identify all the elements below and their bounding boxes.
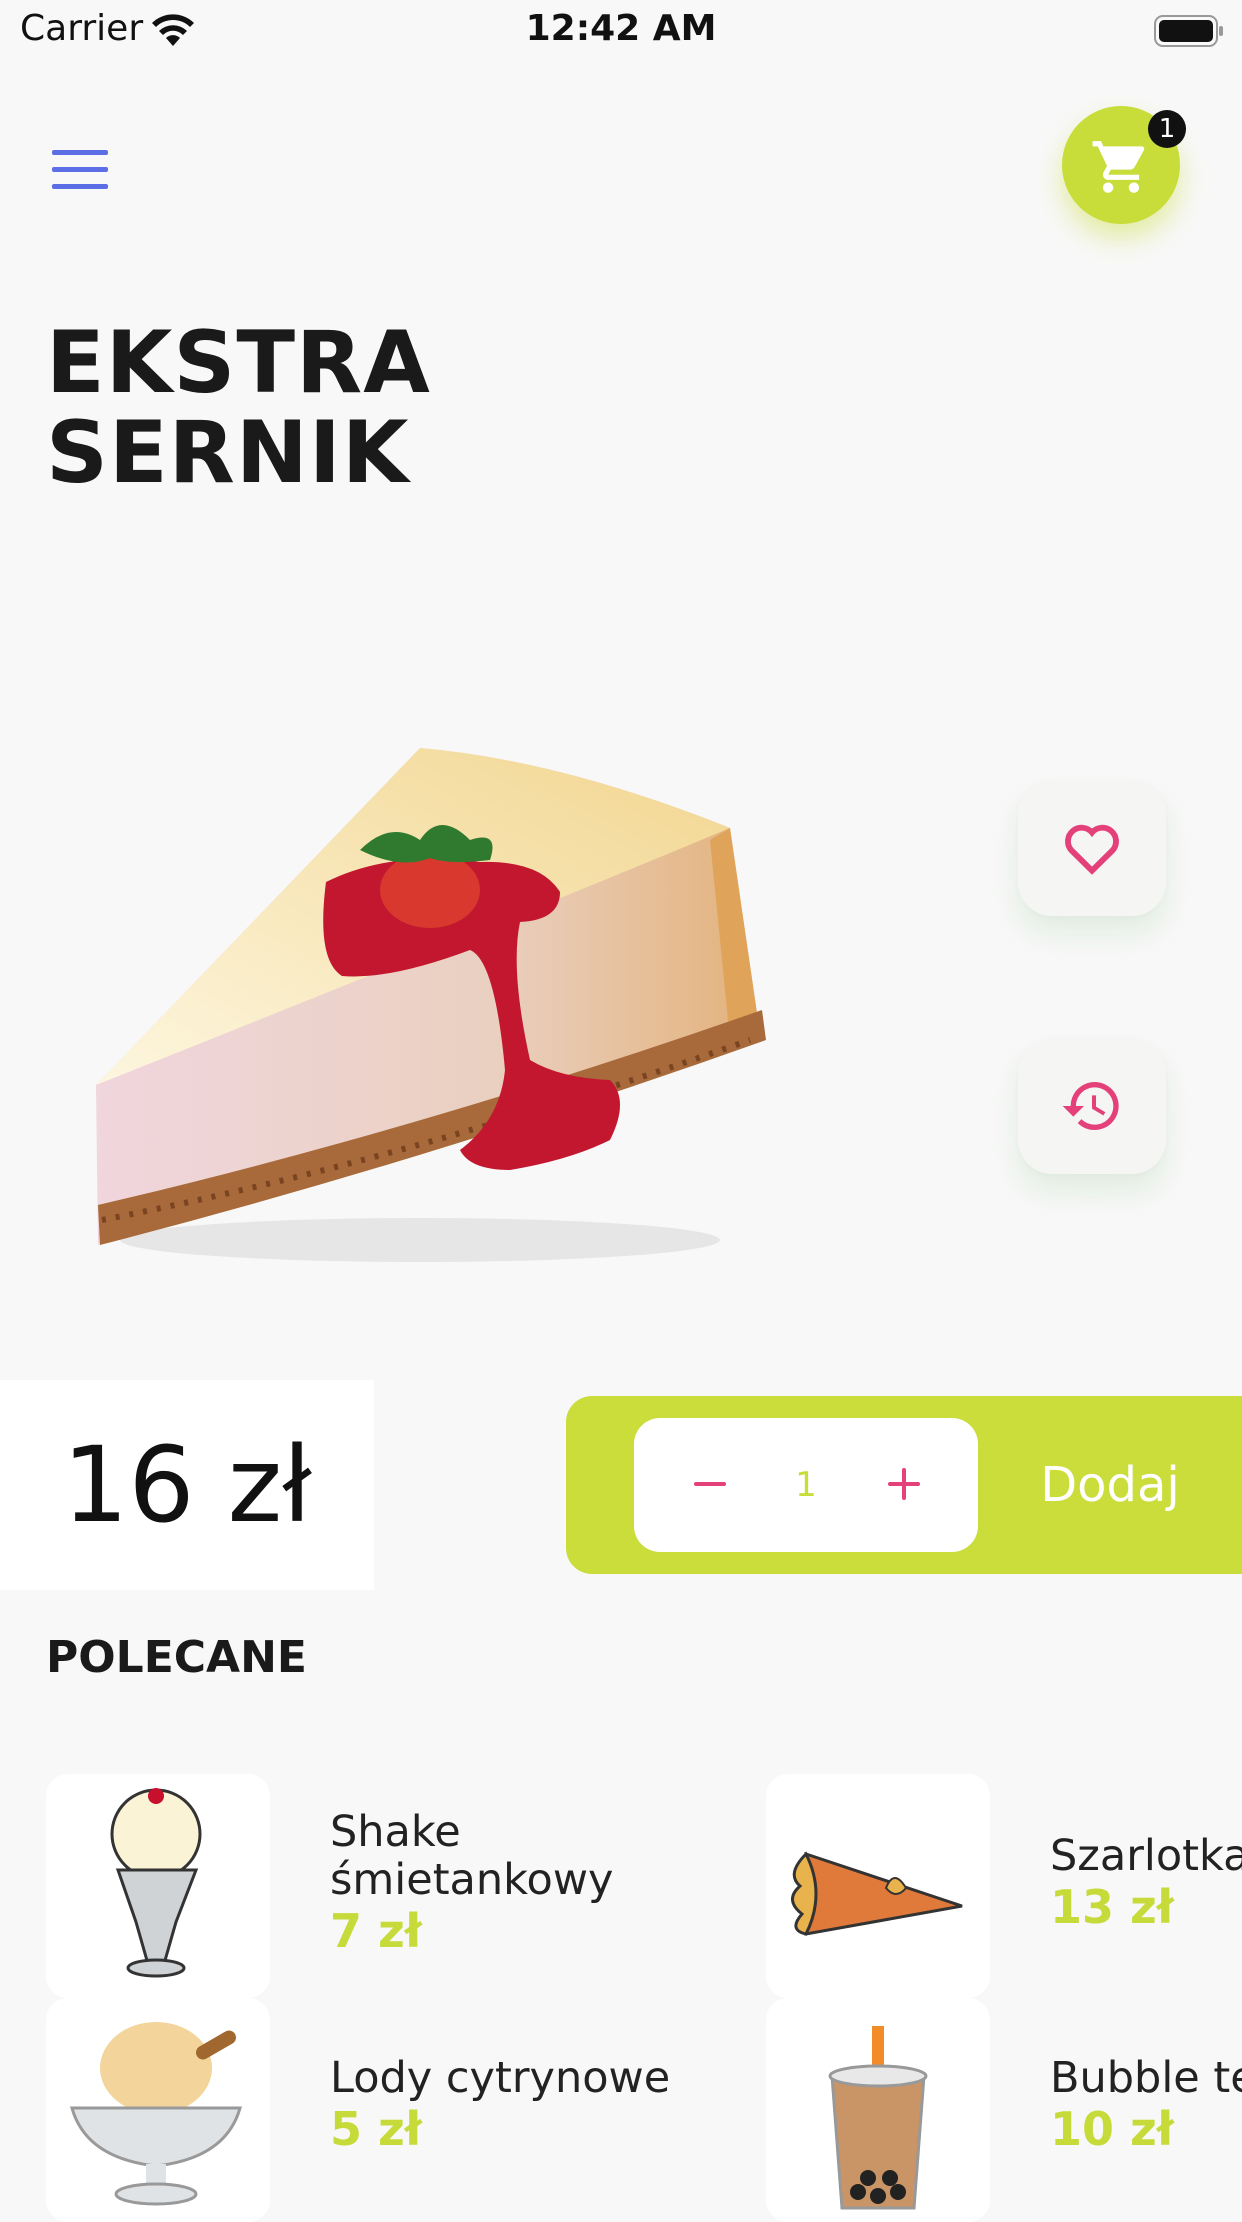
product-title: EKSTRA SERNIK	[46, 318, 431, 498]
heart-icon	[1065, 824, 1119, 875]
recommended-item-price: 5 zł	[330, 2102, 422, 2156]
recommended-item-name: Lody cytrynowe	[330, 2053, 671, 2103]
recommended-item-name-line2: śmietankowy	[330, 1855, 614, 1905]
recommended-item-name: Bubble tea	[1050, 2053, 1242, 2103]
cheesecake-image	[96, 748, 766, 1262]
product-title-line2: SERNIK	[46, 403, 410, 503]
quantity-value: 1	[795, 1465, 817, 1505]
status-time: 12:42 AM	[525, 8, 717, 49]
shopping-cart-icon	[1092, 141, 1145, 193]
cart-count-badge: 1	[1148, 110, 1186, 148]
decrease-quantity-button[interactable]	[684, 1458, 734, 1508]
recommended-item-thumb[interactable]	[46, 1774, 270, 1998]
history-button[interactable]	[1018, 1038, 1166, 1174]
add-to-cart-button[interactable]: Dodaj	[1000, 1396, 1220, 1574]
price-box: 16 zł	[0, 1380, 374, 1590]
recommended-item-name: Szarlotka	[1050, 1831, 1242, 1881]
recommended-item-price: 13 zł	[1050, 1880, 1174, 1934]
increase-quantity-button[interactable]	[878, 1458, 928, 1508]
bubble-tea-icon	[828, 2026, 928, 2210]
recommended-item-thumb[interactable]	[46, 1998, 270, 2222]
recommended-item[interactable]: Lody cytrynowe 5 zł	[330, 2054, 670, 2156]
product-title-line1: EKSTRA	[46, 313, 431, 413]
apple-pie-icon	[791, 1851, 963, 1936]
recommended-item[interactable]: Bubble tea 10 zł	[1050, 2054, 1242, 2156]
hamburger-menu-icon	[52, 150, 108, 155]
menu-line	[52, 167, 108, 172]
recommended-item-price: 10 zł	[1050, 2102, 1174, 2156]
favorite-button[interactable]	[1018, 780, 1166, 916]
menu-line	[52, 184, 108, 189]
recommended-item-price: 7 zł	[330, 1904, 422, 1958]
ice-cream-icon	[70, 2022, 242, 2206]
recommended-item-name: Shake	[330, 1807, 461, 1857]
product-price: 16 zł	[62, 1424, 312, 1546]
recommended-item-thumb[interactable]	[766, 1998, 990, 2222]
recommended-item[interactable]: Shake śmietankowy 7 zł	[330, 1808, 613, 1958]
recommended-item[interactable]: Szarlotka 13 zł	[1050, 1832, 1242, 1934]
milkshake-icon	[110, 1788, 202, 1978]
quantity-stepper: 1	[634, 1418, 978, 1552]
recommended-item-thumb[interactable]	[766, 1774, 990, 1998]
menu-button[interactable]	[52, 150, 108, 194]
history-icon	[1062, 1082, 1119, 1130]
recommended-section-title: POLECANE	[46, 1632, 307, 1683]
battery-icon	[1154, 15, 1223, 47]
